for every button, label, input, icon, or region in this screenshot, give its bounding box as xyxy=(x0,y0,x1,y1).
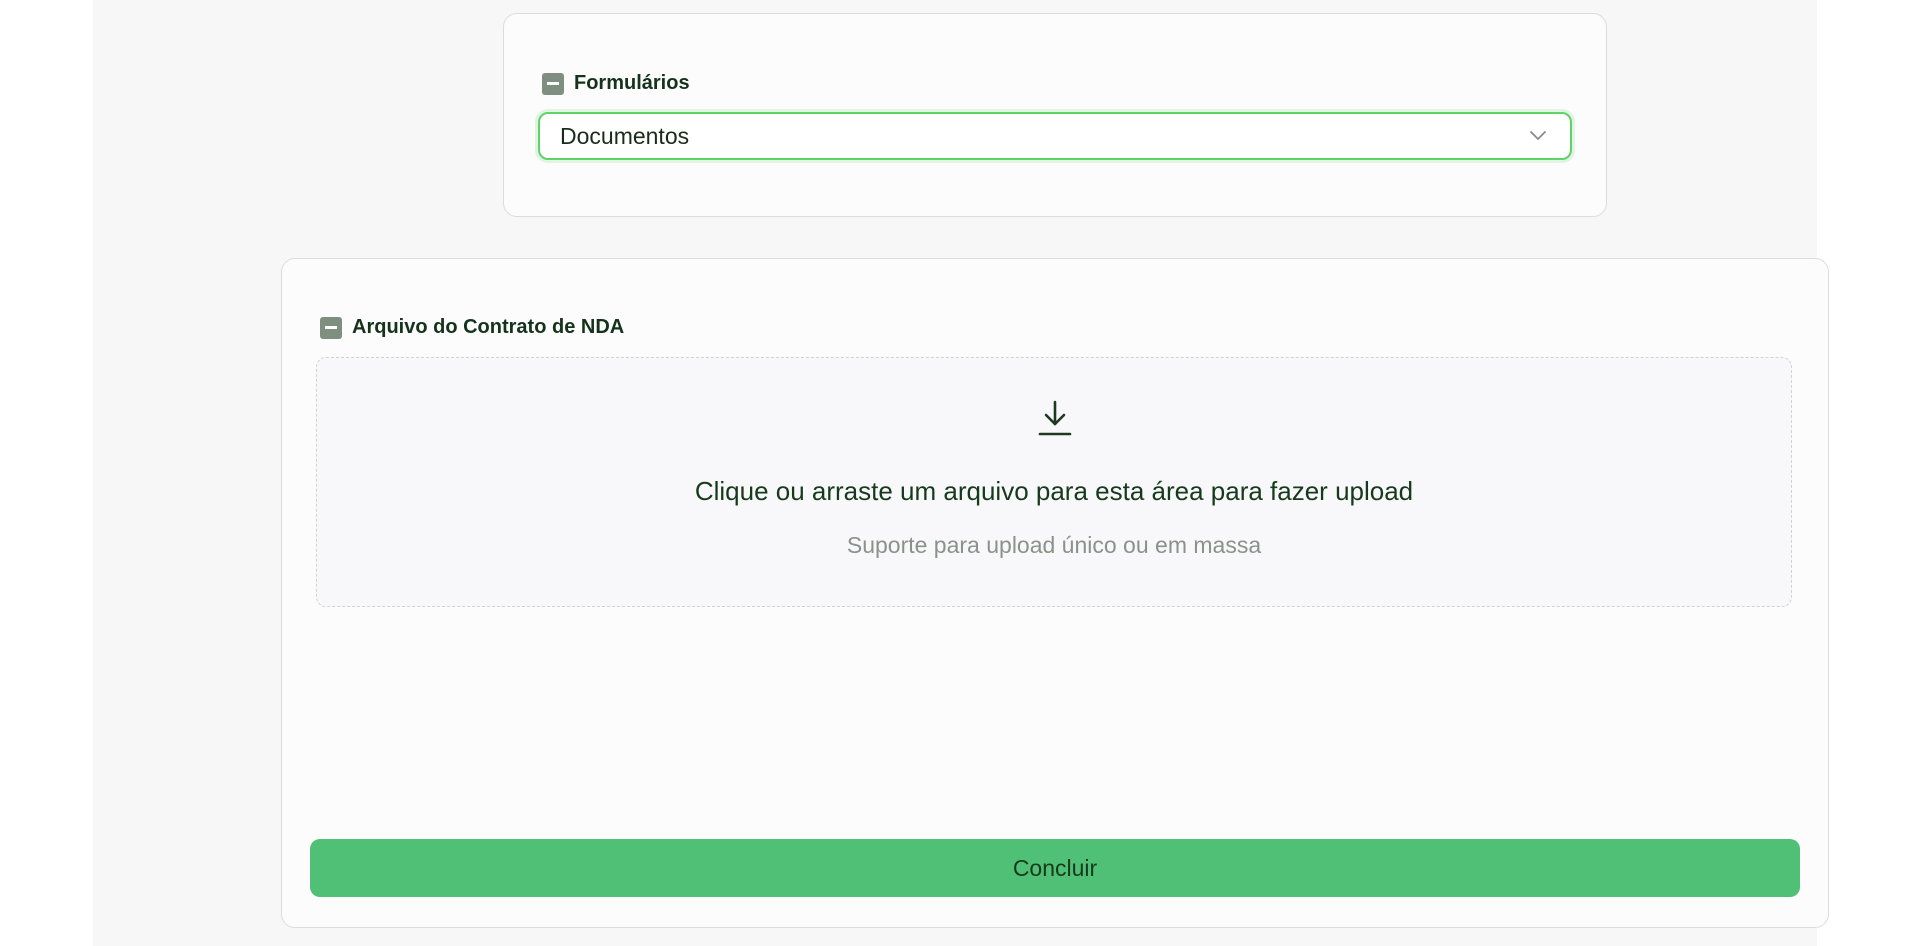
forms-card: Formulários Documentos xyxy=(503,13,1607,217)
forms-select-value: Documentos xyxy=(560,122,690,149)
forms-select[interactable]: Documentos xyxy=(538,112,1572,160)
forms-label-text: Formulários xyxy=(574,72,690,94)
page-background: Formulários Documentos Arquivo do Contra… xyxy=(93,0,1829,946)
upload-field-label: Arquivo do Contrato de NDA xyxy=(320,316,624,339)
upload-card: Arquivo do Contrato de NDA Clique ou arr… xyxy=(281,258,1829,928)
collapse-icon[interactable] xyxy=(320,316,342,339)
dropzone-title: Clique ou arraste um arquivo para esta á… xyxy=(694,476,1414,506)
forms-field-label: Formulários xyxy=(542,72,690,95)
conclude-button[interactable]: Concluir xyxy=(310,839,1800,897)
upload-label-text: Arquivo do Contrato de NDA xyxy=(352,316,625,338)
download-icon xyxy=(1038,400,1072,436)
chevron-down-icon xyxy=(1530,131,1546,140)
collapse-icon[interactable] xyxy=(542,72,564,95)
file-dropzone[interactable]: Clique ou arraste um arquivo para esta á… xyxy=(316,357,1792,607)
dropzone-subtitle: Suporte para upload único ou em massa xyxy=(846,532,1262,558)
